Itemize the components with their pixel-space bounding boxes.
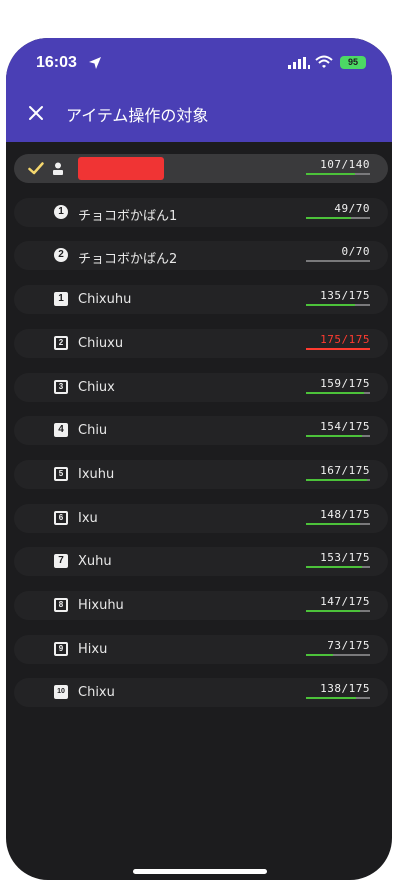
squared-number-icon: 7: [54, 554, 68, 569]
close-icon[interactable]: [28, 105, 44, 121]
item-count: 107/140: [320, 158, 370, 171]
squared-number-icon: 8: [54, 598, 68, 612]
list-item-retainer[interactable]: 1 Chixuhu 135/175: [14, 285, 388, 315]
capacity-bar: [306, 216, 370, 219]
list-item-bag[interactable]: 1 チョコボかばん1 49/70: [14, 197, 388, 227]
list-item-retainer[interactable]: 4 Chiu 154/175: [14, 416, 388, 446]
capacity-bar-fill: [306, 173, 355, 175]
capacity-bar-fill: [306, 304, 355, 307]
item-count: 167/175: [320, 463, 370, 477]
item-label: Chiux: [78, 379, 115, 395]
home-indicator: [133, 869, 267, 874]
location-arrow-icon: [89, 57, 101, 69]
squared-number-icon: 2: [54, 335, 68, 350]
status-time: 16:03: [36, 54, 77, 71]
capacity-bar-fill: [306, 347, 370, 350]
squared-number-icon: 9: [54, 641, 68, 656]
item-count: 49/70: [334, 201, 370, 215]
redacted-character-name: [78, 157, 164, 180]
item-label: Ixu: [78, 510, 98, 526]
item-count: 175/175: [320, 332, 370, 346]
page-title: アイテム操作の対象: [66, 106, 209, 125]
squared-number-icon: 10: [54, 685, 68, 700]
item-count: 153/175: [320, 551, 370, 565]
capacity-bar: [306, 173, 370, 175]
item-label: チョコボかばん1: [78, 208, 178, 224]
squared-number-icon: 4: [54, 423, 68, 438]
capacity-bar-fill: [306, 216, 351, 219]
capacity-bar: [306, 435, 370, 438]
person-icon: [53, 162, 63, 175]
list-item-retainer[interactable]: 5 Ixuhu 167/175: [14, 459, 388, 489]
list-item-retainer[interactable]: 8 Hixuhu 147/175: [14, 591, 388, 620]
list-item-retainer[interactable]: 10 Chixu 138/175: [14, 678, 388, 708]
circled-number-icon: 1: [54, 204, 68, 219]
list-item-retainer[interactable]: 6 Ixu 148/175: [14, 503, 388, 533]
squared-number-icon: 3: [54, 379, 68, 394]
capacity-bar: [306, 697, 370, 700]
item-label: Hixu: [78, 641, 108, 657]
capacity-bar-fill: [306, 391, 364, 394]
battery-indicator: 95: [340, 56, 366, 69]
circled-number-icon: 2: [54, 248, 68, 263]
app-header: 16:03 95 アイテム操作の対象: [6, 38, 392, 142]
capacity-bar: [306, 566, 370, 569]
item-label: Chixu: [78, 685, 115, 701]
capacity-bar-fill: [306, 566, 362, 569]
capacity-bar: [306, 478, 370, 481]
squared-number-icon: 5: [54, 466, 68, 481]
item-count: 138/175: [320, 682, 370, 696]
item-label: Xuhu: [78, 554, 112, 570]
capacity-bar: [306, 391, 370, 394]
item-count: 159/175: [320, 376, 370, 390]
capacity-bar-fill: [306, 610, 360, 612]
item-label: Hixuhu: [78, 598, 124, 613]
capacity-bar: [306, 304, 370, 307]
item-count: 73/175: [327, 638, 370, 652]
wifi-icon: [315, 55, 333, 68]
cellular-signal-icon: [288, 57, 310, 69]
squared-number-icon: 1: [54, 292, 68, 307]
capacity-bar-fill: [306, 478, 367, 481]
item-count: 154/175: [320, 420, 370, 434]
item-label: Chiuxu: [78, 335, 124, 351]
capacity-bar-fill: [306, 653, 333, 656]
list-item-retainer[interactable]: 3 Chiux 159/175: [14, 372, 388, 402]
item-count: 135/175: [320, 289, 370, 303]
capacity-bar-fill: [306, 435, 362, 438]
capacity-bar: [306, 260, 370, 263]
item-label: Chixuhu: [78, 292, 132, 308]
list-item-retainer[interactable]: 7 Xuhu 153/175: [14, 547, 388, 577]
status-bar: 16:03 95: [6, 38, 392, 94]
item-count: 147/175: [320, 595, 370, 608]
item-label: チョコボかばん2: [78, 252, 178, 268]
item-count: 148/175: [320, 507, 370, 521]
list-item-bag[interactable]: 2 チョコボかばん2 0/70: [14, 241, 388, 271]
device-screen: 16:03 95 アイテム操作の対象 107/140 1 チョコボかばん1 49…: [6, 38, 392, 880]
item-label: Ixuhu: [78, 466, 115, 482]
list-item-retainer[interactable]: 9 Hixu 73/175: [14, 634, 388, 664]
capacity-bar: [306, 653, 370, 656]
capacity-bar-fill: [306, 522, 360, 525]
check-icon: [28, 162, 44, 175]
capacity-bar: [306, 610, 370, 612]
list-item-character[interactable]: 107/140: [14, 154, 388, 183]
squared-number-icon: 6: [54, 510, 68, 525]
list-item-retainer[interactable]: 2 Chiuxu 175/175: [14, 328, 388, 358]
item-count: 0/70: [341, 245, 370, 259]
capacity-bar-fill: [306, 697, 356, 700]
capacity-bar: [306, 522, 370, 525]
capacity-bar: [306, 347, 370, 350]
item-label: Chiu: [78, 423, 108, 439]
